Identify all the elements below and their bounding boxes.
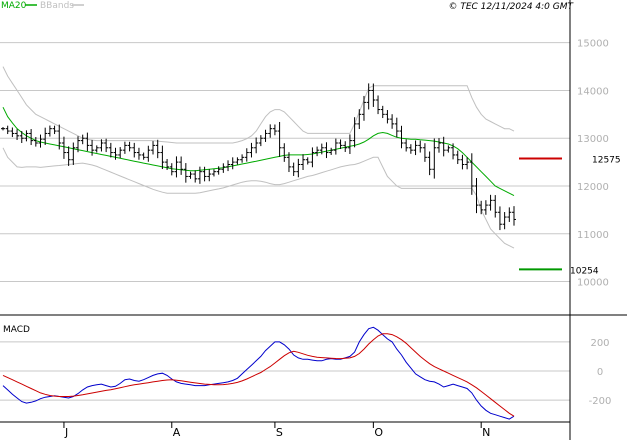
bbands-legend: BBands [40,1,74,11]
x-tick-label: J [64,426,68,439]
bbands-upper-line [2,66,515,144]
x-tick-label: A [173,426,181,439]
copyright-text: © TEC 12/11/2024 4:0 GMT [448,2,574,12]
macd-y-tick-label: 200 [590,338,609,349]
main-y-tick-label: 12000 [577,182,609,193]
ma20-line [2,106,515,197]
main-y-tick-label: 13000 [577,134,609,145]
chart-canvas: 12575 10254 10000 11000 12000 13000 14000 1500… [0,0,627,440]
main-y-tick-label: 14000 [577,86,609,97]
macd-panel-label: MACD [3,325,30,335]
main-y-tick-label: 15000 [577,39,609,50]
bbands-lower-line [2,147,515,249]
stock-chart: 12575 10254 10000 11000 12000 13000 14000 1500… [0,0,627,440]
macd-signal-line [2,333,515,417]
x-tick-label: N [482,426,490,439]
macd-y-tick-label: 0 [597,367,603,378]
support-label: 10254 [570,266,599,276]
resistance-label: 12575 [592,156,621,166]
main-y-tick-label: 10000 [577,278,609,289]
macd-y-tick-label: -200 [589,396,612,407]
main-y-tick-label: 11000 [577,230,609,241]
ma20-legend: MA20 [1,1,27,11]
x-tick-label: S [276,426,283,439]
x-tick-label: O [374,426,383,439]
